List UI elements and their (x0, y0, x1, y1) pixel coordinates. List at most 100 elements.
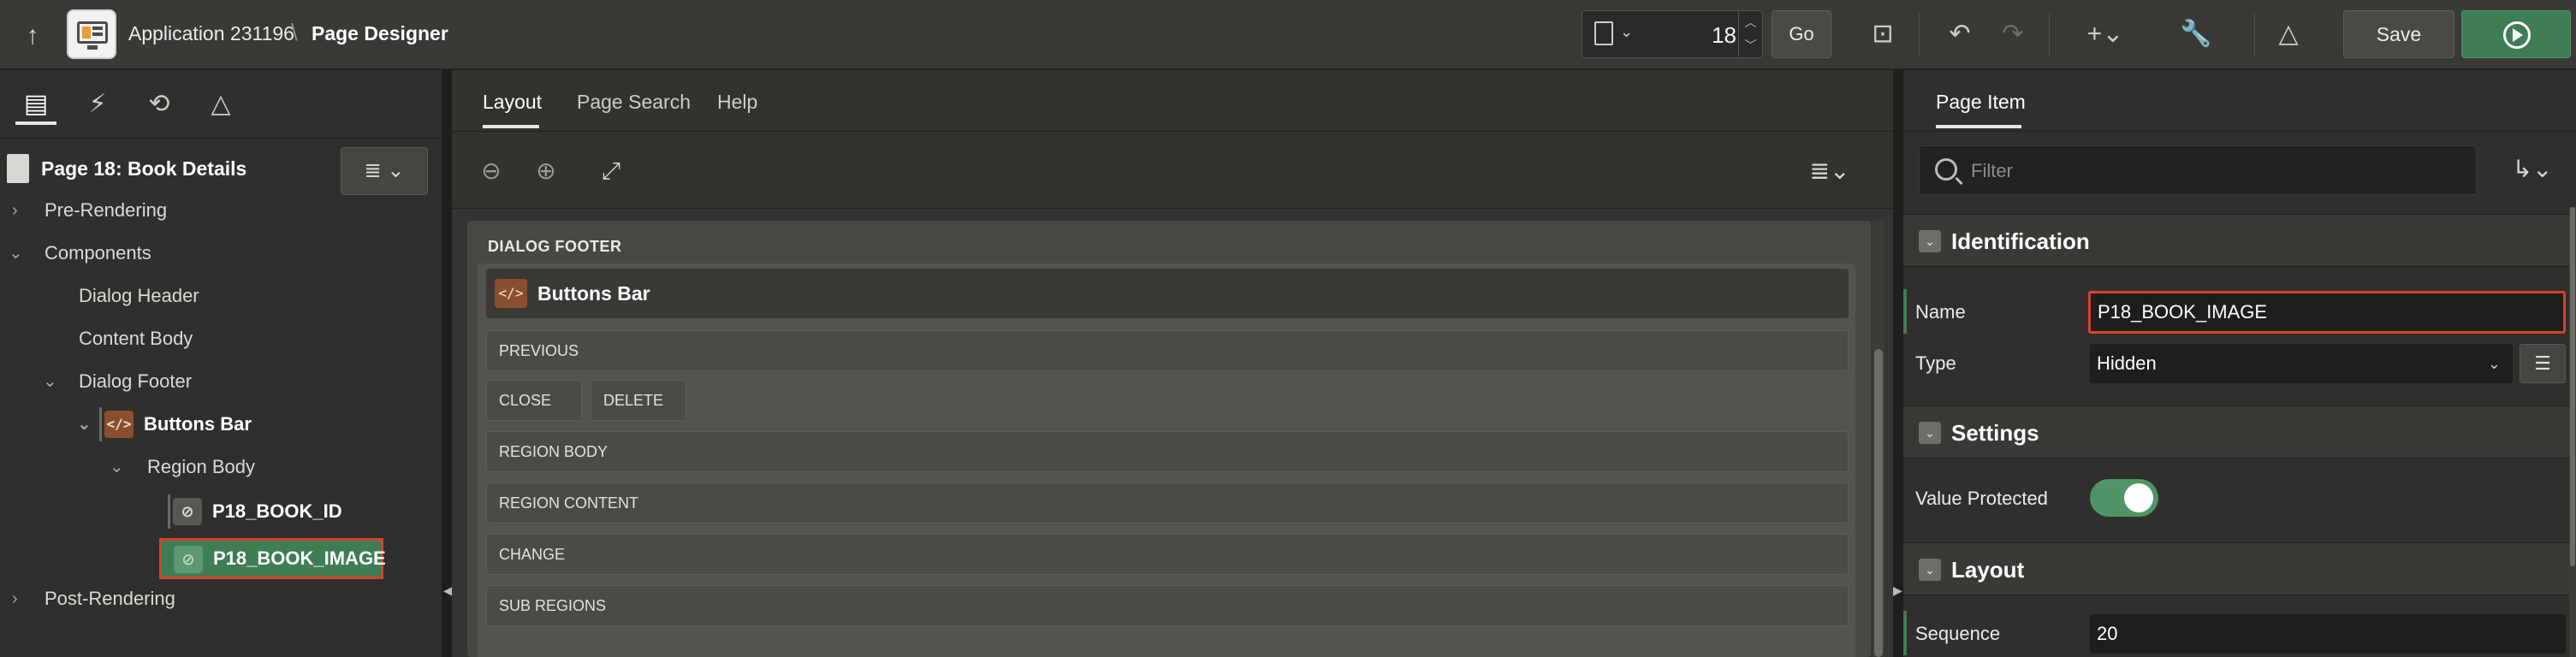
app-icon-line (92, 27, 103, 30)
tab-layout[interactable]: Layout (483, 91, 542, 114)
layout-toolbar: ⊖ ⊕ ⤢ ≣⌄ (452, 132, 1893, 209)
position-change[interactable]: CHANGE (486, 534, 1849, 575)
section-title: Identification (1951, 228, 2090, 254)
page-number-input[interactable]: 18 (1712, 22, 1736, 49)
value-protected-toggle[interactable] (2090, 479, 2158, 517)
position-region-content[interactable]: REGION CONTENT (486, 482, 1849, 524)
tree-node-buttons-bar[interactable]: ⌄ </> Buttons Bar (0, 405, 257, 443)
rendering-tab-icon[interactable]: ▤ (15, 87, 56, 125)
left-panel-tabs: ▤ ⚡ ⟲ △ (0, 70, 442, 139)
tree-node-p18-book-image-selected[interactable]: ⊘ P18_BOOK_IMAGE (159, 538, 386, 579)
chevron-down-icon[interactable]: ⌄ (1620, 23, 1633, 41)
type-select[interactable]: Hidden ⌄ (2090, 344, 2513, 383)
chevron-down-icon[interactable]: ⌄ (2488, 344, 2501, 383)
sequence-field[interactable]: 20 (2090, 614, 2566, 654)
required-indicator (1903, 289, 1907, 334)
tab-page-item[interactable]: Page Item (1936, 91, 2026, 114)
utilities-wrench-icon[interactable]: 🔧 (2169, 17, 2223, 51)
shared-components-tab-icon[interactable]: △ (200, 87, 241, 125)
tree-menu-button[interactable]: ≣ ⌄ (341, 147, 428, 195)
up-arrow-icon[interactable]: ↑ (15, 19, 50, 53)
chevron-down-icon[interactable]: ⌄ (9, 234, 23, 272)
type-label: Type (1915, 352, 1956, 374)
chevron-right-icon[interactable]: › (12, 192, 18, 229)
application-icon[interactable] (67, 9, 116, 59)
chevron-down-icon[interactable]: ⌄ (77, 405, 92, 443)
chevron-down-icon[interactable]: ⌄ (43, 363, 57, 400)
layout-canvas[interactable]: DIALOG FOOTER </> Buttons Bar PREVIOUS C… (467, 221, 1871, 657)
property-filter-input[interactable]: Filter (1919, 145, 2477, 195)
toolbar-divider (2254, 14, 2255, 56)
tree-node-label: Region Body (147, 456, 255, 477)
breadcrumb-application[interactable]: Application 231196 (128, 22, 294, 45)
position-region-body[interactable]: REGION BODY (486, 431, 1849, 472)
shared-components-icon[interactable]: △ (2270, 17, 2307, 51)
tab-page-search[interactable]: Page Search (577, 91, 691, 114)
right-splitter[interactable]: ▶ (1893, 70, 1903, 657)
sequence-label: Sequence (1915, 623, 2001, 644)
position-previous[interactable]: PREVIOUS (486, 330, 1849, 371)
tree-node-dialog-header[interactable]: Dialog Header (79, 277, 199, 315)
layout-editor-panel: Layout Page Search Help ⊖ ⊕ ⤢ ≣⌄ DIALOG … (452, 70, 1893, 657)
tree-node-marker (99, 407, 102, 441)
section-title: Settings (1951, 420, 2039, 446)
hidden-item-icon: ⊘ (173, 498, 202, 525)
redo-icon[interactable]: ↷ (1994, 17, 2032, 51)
section-title: Layout (1951, 557, 2025, 583)
create-menu-icon[interactable]: +⌄ (2080, 17, 2131, 51)
page-icon (7, 154, 29, 183)
zoom-out-icon[interactable]: ⊖ (474, 154, 508, 188)
toggle-knob (2124, 483, 2153, 512)
layout-menu-icon[interactable]: ≣⌄ (1804, 154, 1855, 188)
buttons-bar-region[interactable]: </> Buttons Bar PREVIOUS CLOSE DELETE RE… (478, 263, 1855, 657)
region-header[interactable]: </> Buttons Bar (486, 269, 1849, 318)
tab-help[interactable]: Help (717, 91, 757, 114)
section-layout[interactable]: ⌄ Layout (1903, 542, 2576, 595)
collapse-right-icon[interactable]: ▶ (1893, 583, 1902, 598)
section-settings[interactable]: ⌄ Settings (1903, 405, 2576, 459)
position-delete[interactable]: DELETE (591, 380, 686, 421)
chevron-down-icon[interactable]: ⌄ (110, 448, 124, 486)
toolbar-divider (1919, 14, 1920, 56)
tree-node-region-body[interactable]: ⌄ Region Body (0, 448, 274, 486)
toolbar-divider (2049, 14, 2050, 56)
collapse-toggle-icon[interactable]: ⌄ (1919, 230, 1941, 252)
save-button[interactable]: Save (2343, 10, 2454, 58)
expand-icon[interactable]: ⤢ (594, 154, 628, 188)
tree-node-label: P18_BOOK_IMAGE (213, 548, 386, 569)
lock-page-icon[interactable]: ⊡ (1864, 17, 1902, 51)
scrollbar-thumb[interactable] (1874, 349, 1883, 657)
tree-node-content-body[interactable]: Content Body (79, 320, 193, 358)
name-field[interactable]: P18_BOOK_IMAGE (2088, 291, 2566, 334)
tree-node-label: Content Body (79, 328, 193, 349)
type-select-value: Hidden (2097, 352, 2157, 374)
code-region-icon: </> (495, 279, 527, 308)
tree-node-label: Dialog Footer (79, 370, 193, 392)
tree-node-p18-book-id[interactable]: ⊘ P18_BOOK_ID (0, 493, 359, 530)
go-button[interactable]: Go (1772, 10, 1831, 58)
play-icon (2513, 28, 2523, 42)
top-toolbar: ↑ Application 231196 \ Page Designer ⌄ 1… (0, 0, 2576, 70)
go-to-group-icon[interactable]: ↳⌄ (2502, 152, 2562, 186)
page-number-spinner[interactable]: ︿ ﹀ (1738, 11, 1762, 57)
dynamic-actions-tab-icon[interactable]: ⚡ (77, 87, 118, 125)
property-scrollbar[interactable] (2569, 207, 2576, 657)
scrollbar-thumb[interactable] (2570, 207, 2575, 566)
dialog-footer-label: DIALOG FOOTER (488, 238, 622, 255)
page-number-selector[interactable]: ⌄ 18 ︿ ﹀ (1582, 10, 1763, 58)
section-identification[interactable]: ⌄ Identification (1903, 214, 2576, 267)
processing-tab-icon[interactable]: ⟲ (139, 87, 180, 125)
active-tab-indicator (1936, 125, 2021, 128)
canvas-scrollbar[interactable] (1873, 221, 1885, 657)
run-page-button[interactable] (2461, 10, 2571, 58)
zoom-in-icon[interactable]: ⊕ (529, 154, 563, 188)
collapse-toggle-icon[interactable]: ⌄ (1919, 422, 1941, 444)
left-splitter[interactable]: ◀ (442, 70, 453, 657)
collapse-toggle-icon[interactable]: ⌄ (1919, 559, 1941, 581)
position-sub-regions[interactable]: SUB REGIONS (486, 585, 1849, 626)
list-options-icon[interactable]: ☰ (2520, 344, 2566, 383)
chevron-right-icon[interactable]: › (12, 580, 18, 618)
position-close[interactable]: CLOSE (486, 380, 582, 421)
active-tab-indicator (483, 125, 539, 128)
undo-icon[interactable]: ↶ (1941, 17, 1979, 51)
